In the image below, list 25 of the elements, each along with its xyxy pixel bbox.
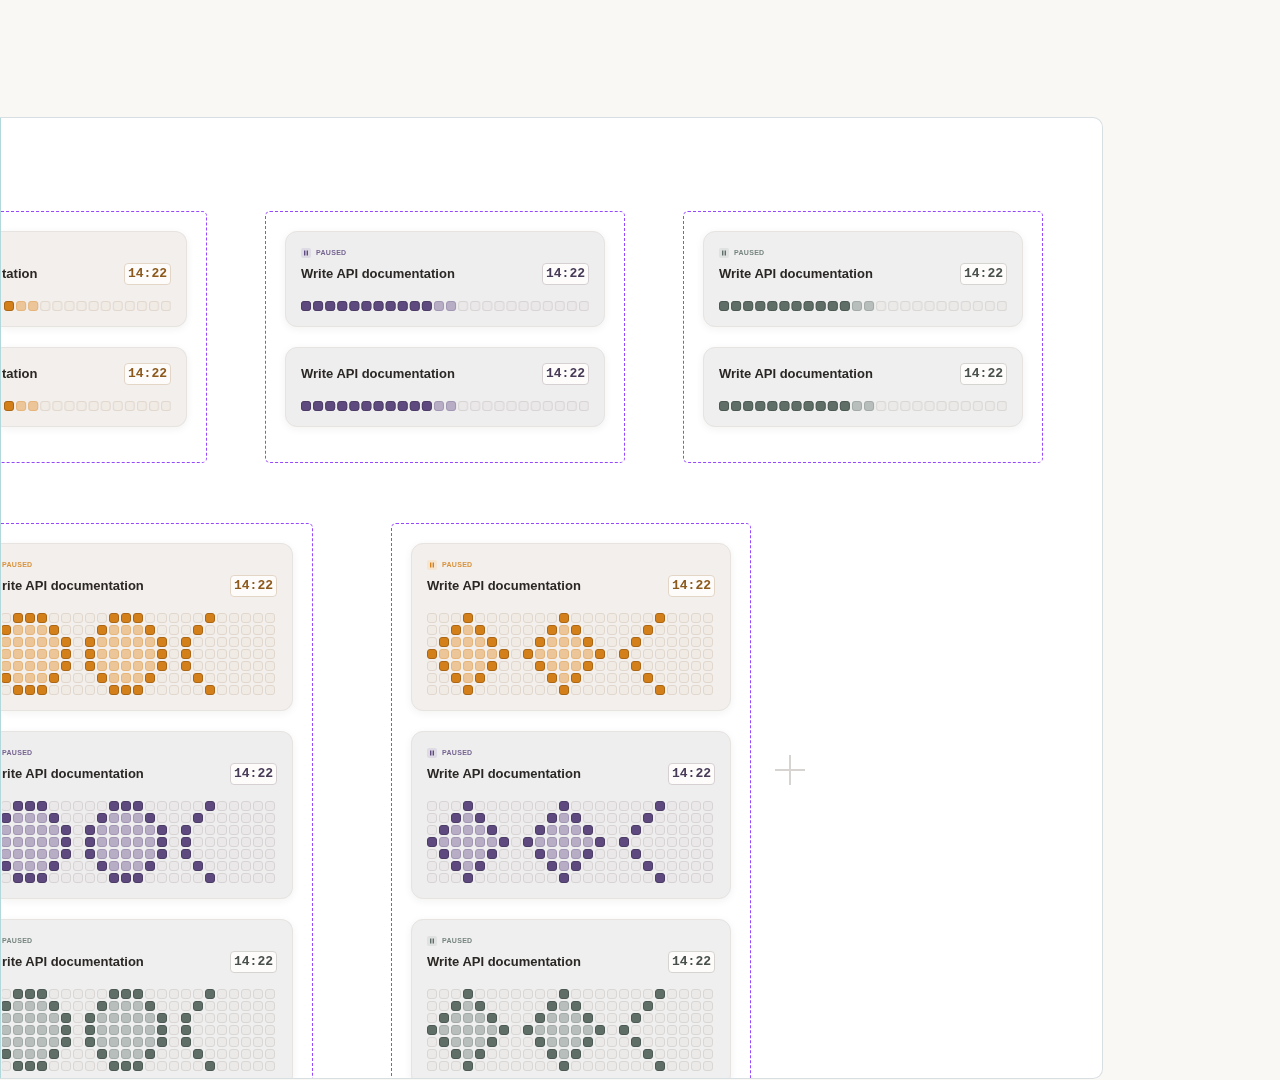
task-title: rite API documentation (2, 578, 144, 594)
plus-icon[interactable] (775, 755, 805, 785)
time-badge: 14:22 (230, 763, 277, 785)
task-title: Write API documentation (427, 766, 581, 782)
time-badge: 14:22 (668, 951, 715, 973)
task-title: tation (2, 366, 38, 382)
task-title: Write API documentation (301, 366, 455, 382)
task-title: Write API documentation (427, 578, 581, 594)
time-badge: 14:22 (960, 363, 1007, 385)
task-title: tation (2, 266, 38, 282)
time-badge: 14:22 (668, 575, 715, 597)
task-title: Write API documentation (427, 954, 581, 970)
time-badge: 14:22 (230, 575, 277, 597)
task-title: rite API documentation (2, 766, 144, 782)
time-badge: 14:22 (230, 951, 277, 973)
task-title: Write API documentation (719, 366, 873, 382)
time-badge: 14:22 (124, 263, 171, 285)
task-title: rite API documentation (2, 954, 144, 970)
time-badge: 14:22 (668, 763, 715, 785)
time-badge: 14:22 (124, 363, 171, 385)
time-badge: 14:22 (542, 363, 589, 385)
time-badge: 14:22 (542, 263, 589, 285)
time-badge: 14:22 (960, 263, 1007, 285)
task-title: Write API documentation (719, 266, 873, 282)
task-title: Write API documentation (301, 266, 455, 282)
